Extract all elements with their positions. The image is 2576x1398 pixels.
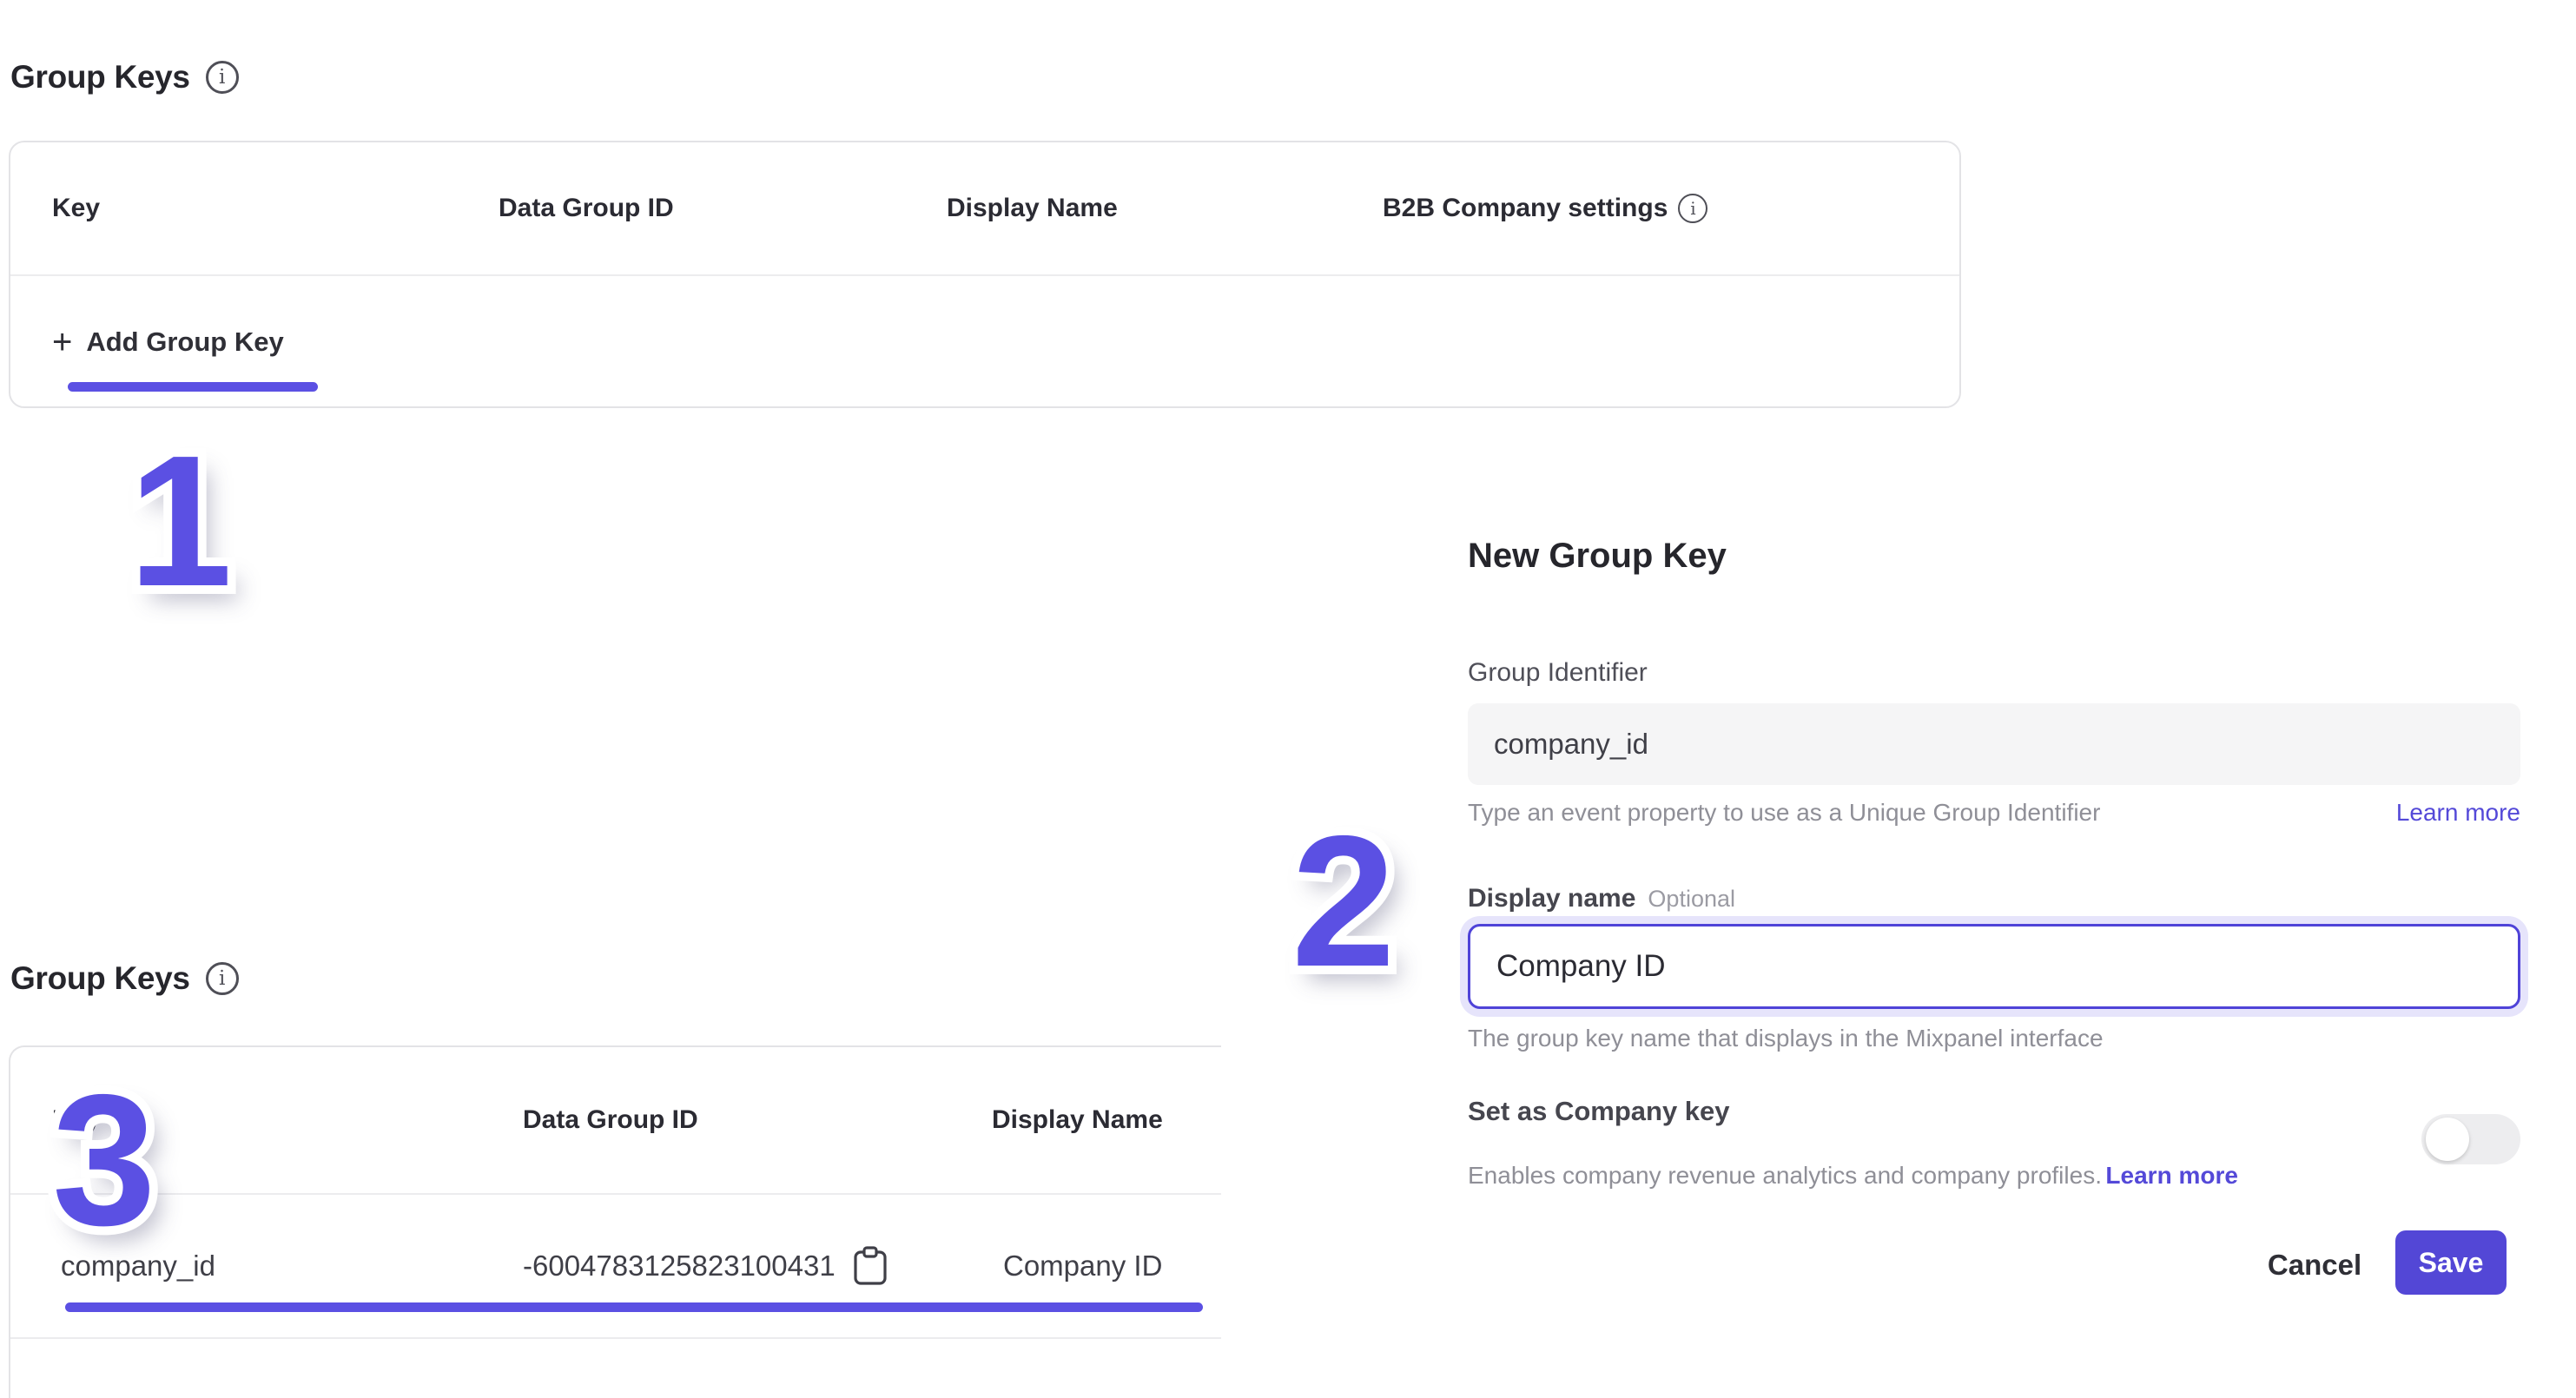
display-name-label: Display name xyxy=(1468,884,1635,913)
page-title: Group Keys xyxy=(10,59,190,96)
table-header-divider xyxy=(10,274,1959,276)
company-key-helper: Enables company revenue analytics and co… xyxy=(1468,1162,2102,1189)
info-icon[interactable]: i xyxy=(206,962,239,995)
column-header-b2b-company-settings: B2B Company settings i xyxy=(1383,142,1707,274)
info-icon[interactable]: i xyxy=(1678,194,1707,223)
display-name-helper: The group key name that displays in the … xyxy=(1468,1025,2104,1052)
group-identifier-label: Group Identifier xyxy=(1468,658,1648,688)
step2-annotation: 2 xyxy=(1291,808,1390,994)
add-group-key-label: Add Group Key xyxy=(86,326,283,358)
column-header-key: Key xyxy=(52,142,100,274)
row-cell-data-group-id: -6004783125823100431 xyxy=(523,1195,888,1337)
learn-more-link[interactable]: Learn more xyxy=(2105,1162,2238,1189)
display-name-input[interactable] xyxy=(1468,924,2520,1009)
form-title: New Group Key xyxy=(1468,537,1727,576)
column-header-data-group-id: Data Group ID xyxy=(499,142,674,274)
learn-more-link[interactable]: Learn more xyxy=(2396,799,2520,827)
step3-annotation: 3 xyxy=(52,1066,151,1253)
page-title: Group Keys xyxy=(10,960,190,997)
group-identifier-helper: Type an event property to use as a Uniqu… xyxy=(1468,799,2100,827)
step1-annotation: 1 xyxy=(129,427,228,614)
column-header-data-group-id: Data Group ID xyxy=(523,1047,698,1193)
step1-highlight-underline xyxy=(68,382,318,392)
info-icon[interactable]: i xyxy=(206,61,239,94)
row-cell-display-name: Company ID xyxy=(1003,1195,1162,1337)
company-key-toggle[interactable] xyxy=(2421,1114,2520,1164)
optional-tag: Optional xyxy=(1648,886,1735,913)
company-key-label: Set as Company key xyxy=(1468,1096,1730,1127)
plus-icon: + xyxy=(52,325,72,359)
column-header-display-name: Display Name xyxy=(992,1047,1163,1193)
cancel-button[interactable]: Cancel xyxy=(2258,1243,2371,1287)
save-button[interactable]: Save xyxy=(2395,1230,2507,1295)
group-keys-heading-bottom: Group Keys i xyxy=(10,960,239,997)
group-keys-table-before: Key Data Group ID Display Name B2B Compa… xyxy=(9,141,1961,408)
group-keys-table-after: Key Data Group ID Display Name company_i… xyxy=(9,1045,1221,1398)
group-identifier-input[interactable] xyxy=(1468,703,2520,785)
copy-icon[interactable] xyxy=(853,1246,888,1286)
group-keys-heading-top: Group Keys i xyxy=(10,59,239,96)
group-keys-settings-page: { "colors": { "accent": "#5347d6", "anno… xyxy=(0,0,2576,1398)
toggle-knob xyxy=(2426,1118,2469,1161)
display-name-label-row: Display name Optional xyxy=(1468,884,1735,913)
table-row-divider xyxy=(10,1337,1221,1339)
column-header-display-name: Display Name xyxy=(947,142,1118,274)
group-identifier-helper-row: Type an event property to use as a Uniqu… xyxy=(1468,799,2520,827)
step3-highlight-underline xyxy=(65,1302,1203,1312)
company-key-helper-row: Enables company revenue analytics and co… xyxy=(1468,1162,2238,1190)
